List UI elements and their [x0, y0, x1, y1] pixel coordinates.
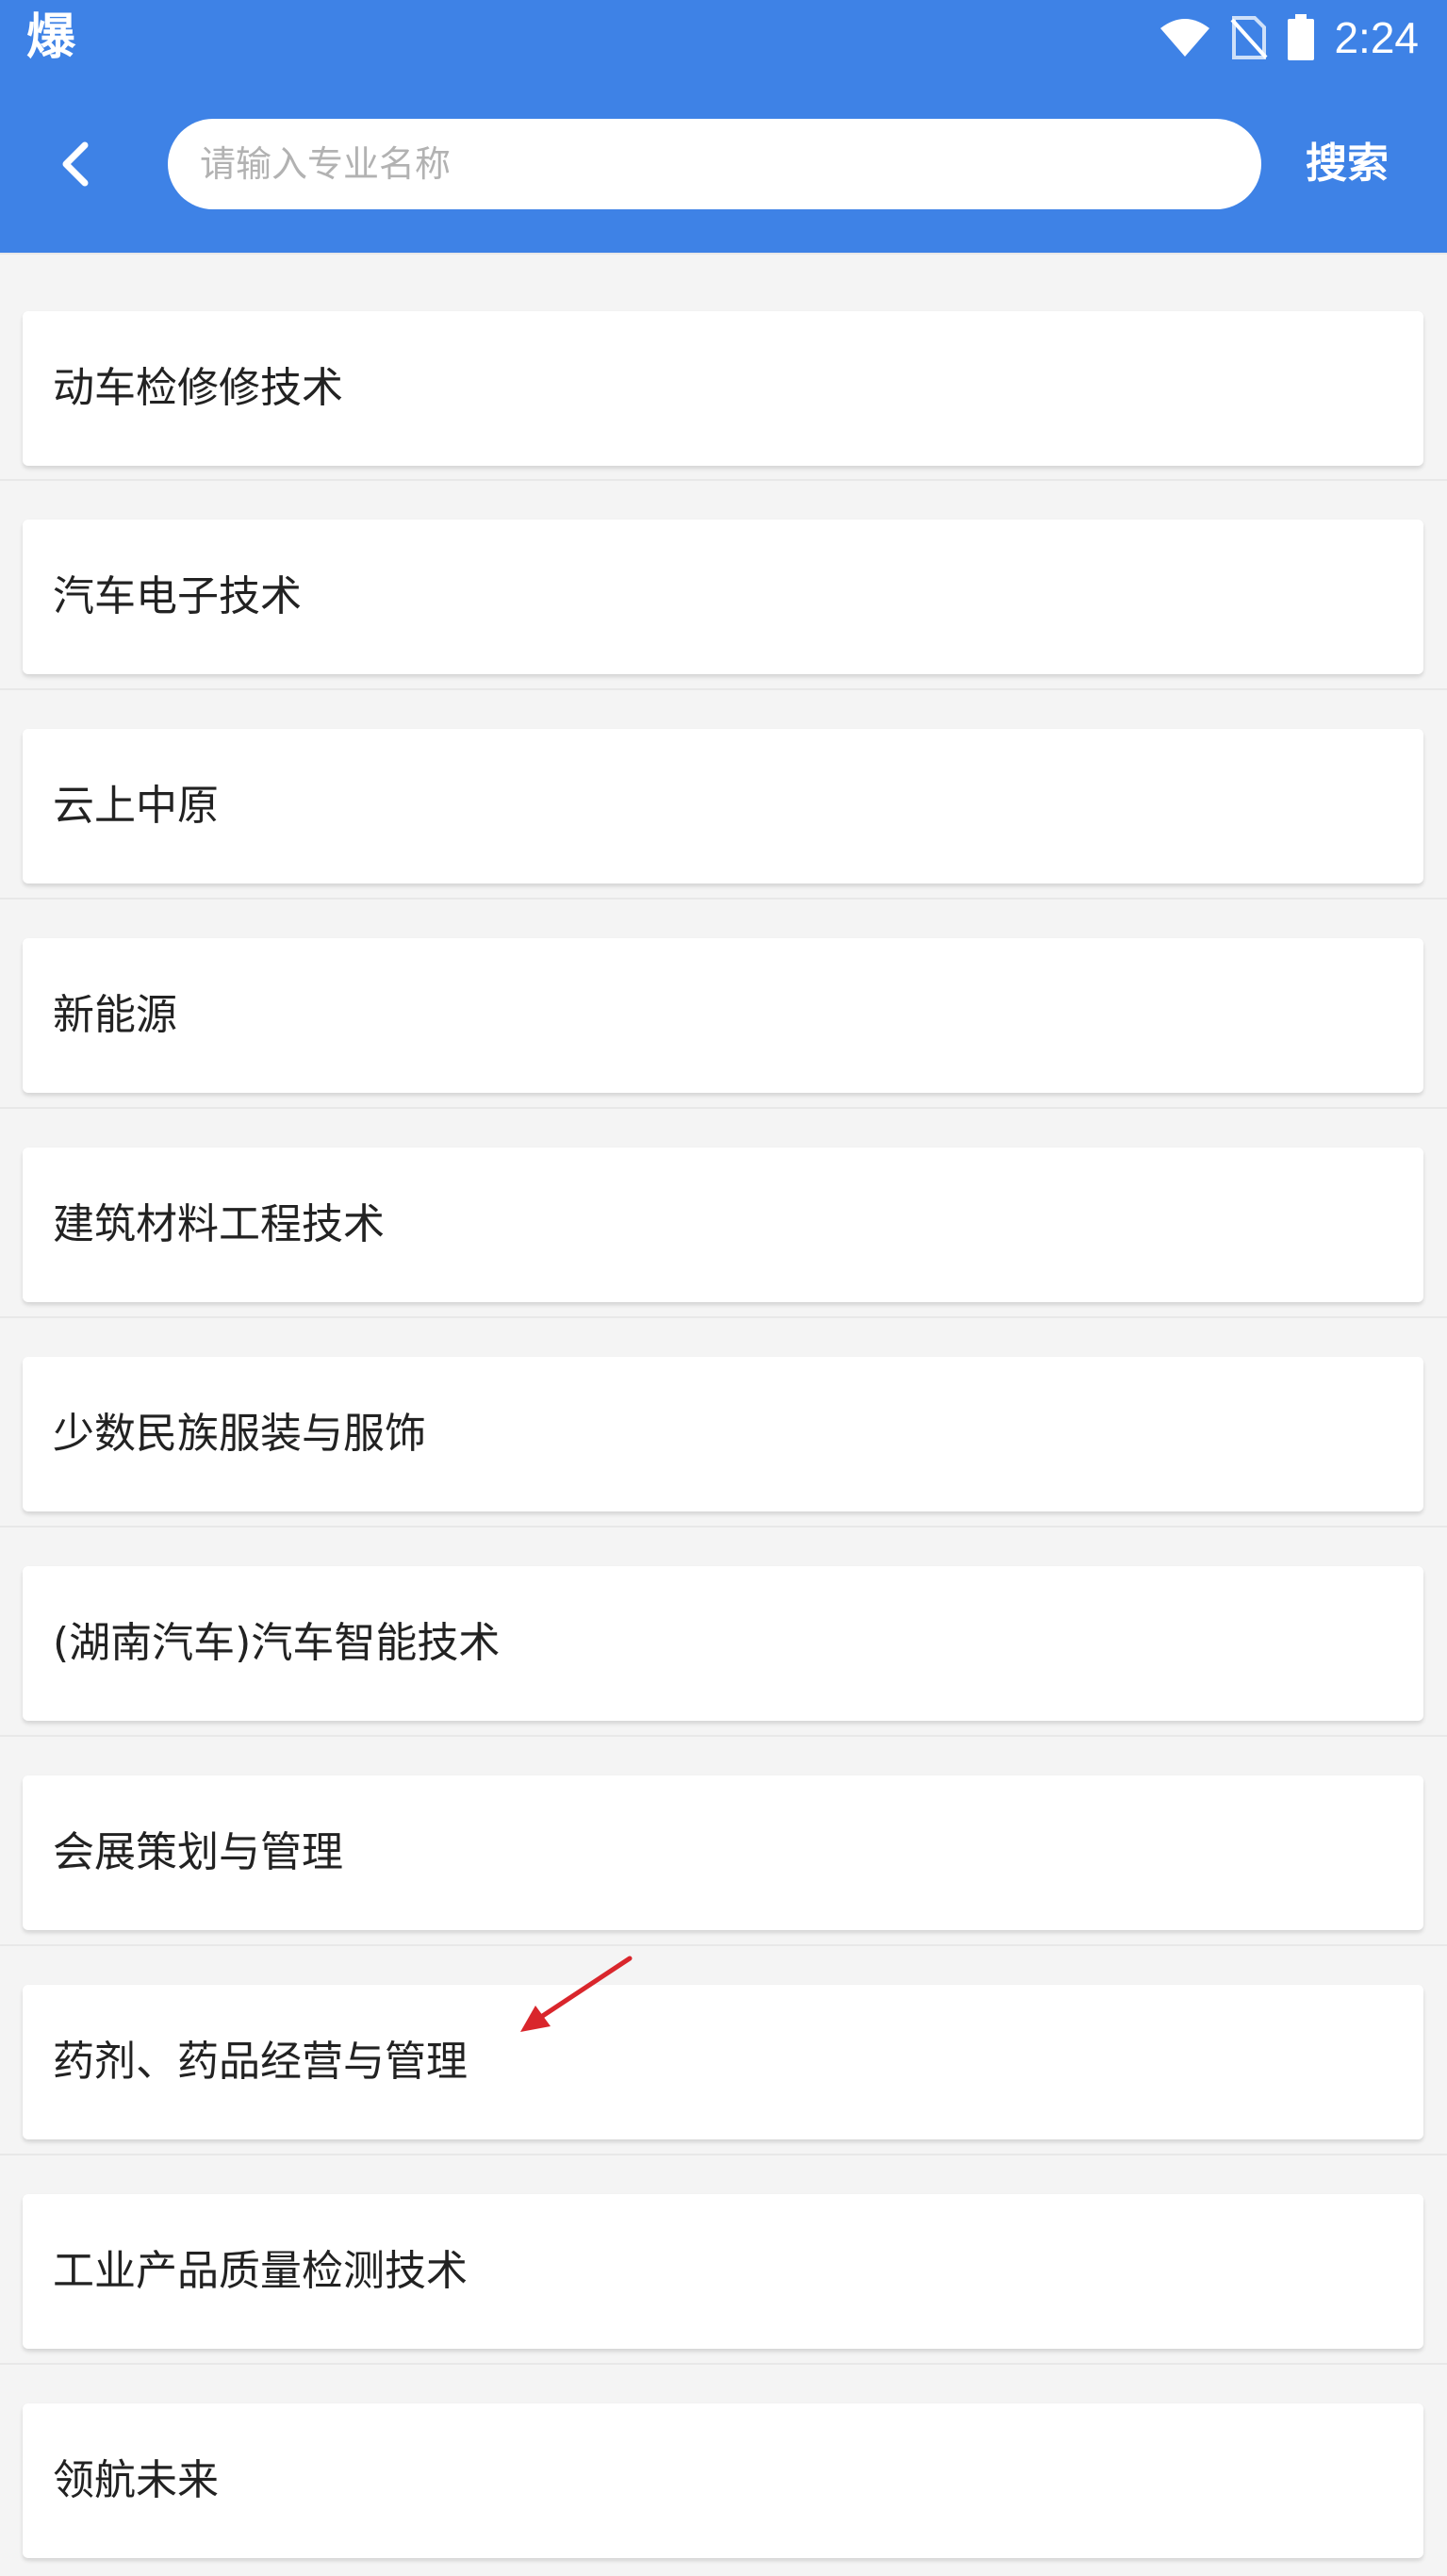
search-input[interactable] — [198, 142, 1220, 186]
list-item-label: 建筑材料工程技术 — [53, 1200, 385, 1248]
list-item[interactable]: 少数民族服装与服饰 — [23, 1357, 1423, 1511]
divider — [0, 1107, 1447, 1109]
search-box[interactable] — [168, 119, 1261, 209]
app-notification-icon: 爆 — [26, 9, 76, 66]
divider — [0, 1735, 1447, 1737]
list-item[interactable]: 会展策划与管理 — [23, 1775, 1423, 1930]
list-item-label: (湖南汽车)汽车智能技术 — [53, 1619, 501, 1667]
status-time: 2:24 — [1334, 13, 1419, 62]
major-list: 动车检修修技术 汽车电子技术 云上中原 新能源 建筑材料工程技术 少数民族服装与… — [0, 253, 1447, 2576]
divider — [0, 1526, 1447, 1527]
divider — [0, 479, 1447, 481]
divider — [0, 688, 1447, 690]
list-item-label: 药剂、药品经营与管理 — [53, 2038, 468, 2086]
status-bar: 爆 2:24 — [0, 0, 1447, 75]
no-sim-icon — [1230, 16, 1268, 59]
list-item[interactable]: 云上中原 — [23, 729, 1423, 883]
divider — [0, 2363, 1447, 2365]
chevron-left-icon — [62, 141, 89, 187]
list-item[interactable]: (湖南汽车)汽车智能技术 — [23, 1566, 1423, 1721]
list-item-label: 汽车电子技术 — [53, 572, 302, 620]
list-item[interactable]: 药剂、药品经营与管理 — [23, 1985, 1423, 2139]
search-toolbar: 搜索 — [0, 104, 1447, 226]
list-item[interactable]: 领航未来 — [23, 2403, 1423, 2558]
back-button[interactable] — [38, 123, 113, 206]
list-item[interactable]: 工业产品质量检测技术 — [23, 2194, 1423, 2349]
search-button[interactable]: 搜索 — [1306, 119, 1389, 209]
status-icons: 2:24 — [1159, 9, 1419, 66]
divider — [0, 2154, 1447, 2155]
app-header: 爆 2:24 搜索 — [0, 0, 1447, 253]
list-item[interactable]: 动车检修修技术 — [23, 311, 1423, 466]
list-item[interactable]: 汽车电子技术 — [23, 520, 1423, 674]
battery-icon — [1288, 14, 1315, 60]
wifi-icon — [1160, 19, 1210, 57]
divider — [0, 1944, 1447, 1946]
list-item-label: 工业产品质量检测技术 — [53, 2247, 468, 2295]
red-arrow-annotation — [520, 1956, 633, 2032]
list-item[interactable]: 建筑材料工程技术 — [23, 1148, 1423, 1302]
list-item[interactable]: 新能源 — [23, 938, 1423, 1093]
list-item-label: 领航未来 — [53, 2456, 219, 2504]
list-item-label: 新能源 — [53, 991, 177, 1039]
divider — [0, 1316, 1447, 1318]
divider — [0, 253, 1447, 255]
list-item-label: 会展策划与管理 — [53, 1828, 343, 1876]
divider — [0, 898, 1447, 900]
list-item-label: 动车检修修技术 — [53, 364, 343, 412]
list-item-label: 云上中原 — [53, 782, 219, 830]
list-item-label: 少数民族服装与服饰 — [53, 1410, 426, 1458]
